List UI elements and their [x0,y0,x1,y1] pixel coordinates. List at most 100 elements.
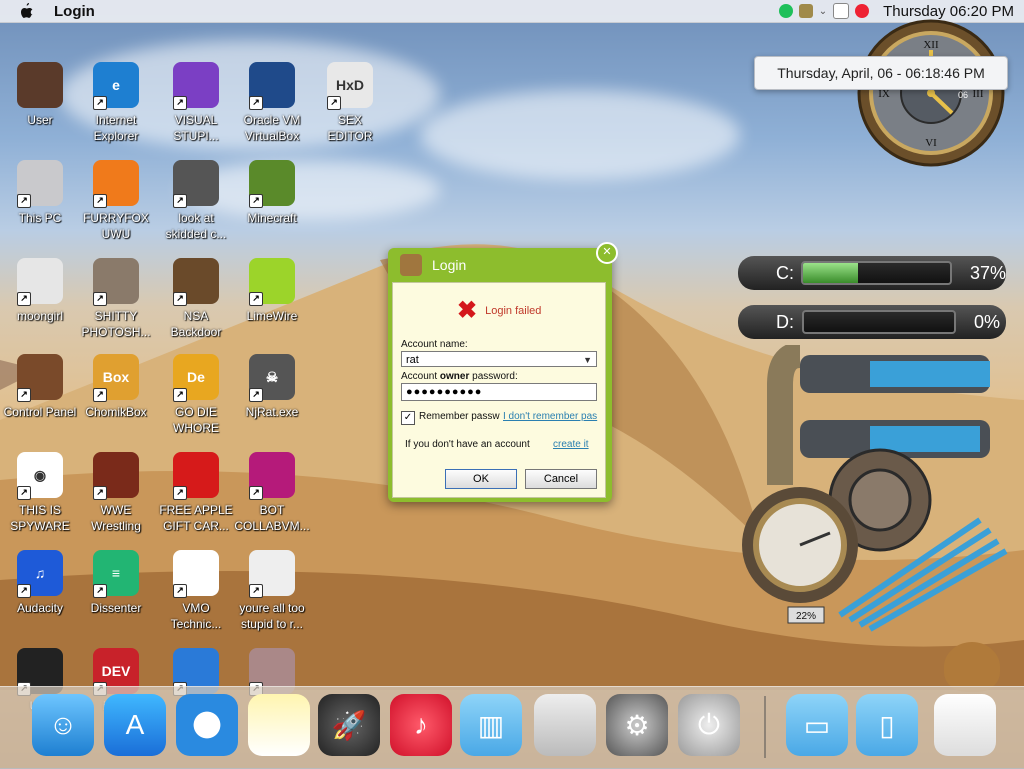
launchpad-icon[interactable]: 🚀 [318,694,380,756]
desktop-icon[interactable]: ≡ ↗ Dissenter [76,550,156,616]
password-field[interactable]: ●●●●●●●●●● [401,383,597,401]
desktop-icon[interactable]: Box ↗ ChomikBox [76,354,156,420]
desktop-icon[interactable]: ↗ Control Panel [0,354,80,420]
tray-app-icon[interactable] [798,4,813,18]
power-icon[interactable]: ⏻ [678,694,740,756]
volume-muted-icon[interactable] [855,4,870,18]
drive-d-gauge: D: 0% [738,305,1006,339]
close-icon[interactable]: ✕ [596,242,618,264]
desktop-icon-label: VISUAL STUPI... [173,113,219,143]
desktop-icon-label: LimeWire [246,309,298,323]
desktop-icon[interactable]: User [0,62,80,128]
shortcut-arrow-icon: ↗ [249,584,263,598]
limewire-icon: ↗ [249,258,295,306]
desktop-icon[interactable]: ↗ look at skidded c... [156,160,236,242]
desktop-icon[interactable]: ↗ Oracle VM VirtualBox [232,62,312,144]
menu-app-title[interactable]: Login [54,3,95,20]
visual-studio-icon: ↗ [173,62,219,110]
desktop-icon[interactable]: ◉ ↗ THIS IS SPYWARE [0,452,80,534]
forgot-password-link[interactable]: I don't remember pas [503,411,597,422]
cancel-button[interactable]: Cancel [525,469,597,489]
shortcut-arrow-icon: ↗ [93,584,107,598]
finder-icon[interactable]: ☺ [32,694,94,756]
desktop-icon[interactable]: e ↗ Internet Explorer [76,62,156,144]
files-folder-icon[interactable]: ▯ [856,694,918,756]
shortcut-arrow-icon: ↗ [173,486,187,500]
system-preferences-icon[interactable]: ⚙ [606,694,668,756]
apple-fruit-icon: ↗ [173,452,219,500]
drive-usage-fill [803,263,858,283]
desktop-icon-label: GO DIE WHORE [173,405,219,435]
apple-logo-icon[interactable] [18,2,34,20]
desktop-icon[interactable]: ↗ This PC [0,160,80,226]
password-label-pre: Account [401,371,440,382]
dialog-titlebar[interactable]: Login [388,248,612,282]
hxd-editor-icon: HxD ↗ [327,62,373,110]
desktop-icon-label: WWE Wrestling [91,503,141,533]
shortcut-arrow-icon: ↗ [249,486,263,500]
desktop-icon-label: ChomikBox [85,405,147,419]
create-account-link[interactable]: create it [553,439,589,450]
chevron-down-icon[interactable]: ▼ [583,352,592,368]
desktop-icon[interactable]: ↗ FURRYFOX UWU [76,160,156,242]
desktop-icon[interactable]: ↗ Minecraft [232,160,312,226]
chomik-app-icon [400,254,422,276]
chrome-icon: ◉ ↗ [17,452,63,500]
chat-icon[interactable] [778,4,793,18]
skull-icon: ☠ ↗ [249,354,295,402]
error-icon: ✖ [457,297,478,324]
desktop-icon-label: VMO Technic... [170,601,222,631]
desktop-icon[interactable]: ↗ moongirl [0,258,80,324]
recycle-bin-icon: ↗ [17,258,63,306]
documents-folder-icon[interactable]: ▭ [786,694,848,756]
chevron-down-icon[interactable]: ⌄ [819,6,827,17]
desktop-icon[interactable]: ↗ youre all too stupid to r... [232,550,312,632]
desktop-icon[interactable]: ↗ BOT COLLABVM... [232,452,312,534]
error-text: Login failed [485,305,542,317]
firefox-icon: ↗ [93,160,139,208]
notes-icon[interactable] [248,694,310,756]
applications-folder-icon[interactable]: ▥ [460,694,522,756]
account-name-combo[interactable]: rat ▼ [401,351,597,367]
desktop-icon[interactable]: ↗ LimeWire [232,258,312,324]
ok-button[interactable]: OK [445,469,517,489]
desktop-icon[interactable]: ↗ WWE Wrestling [76,452,156,534]
desktop-icon[interactable]: ↗ SHITTY PHOTOSH... [76,258,156,340]
itunes-icon[interactable]: ♪ [390,694,452,756]
password-label: Account owner password: [401,371,518,382]
desktop-icon-label: SEX EDITOR [327,113,373,143]
mac-pro-icon[interactable] [534,694,596,756]
control-panel-icon: ↗ [17,354,63,402]
chomikbox-icon: Box ↗ [93,354,139,402]
technician-icon: ↗ [173,550,219,598]
no-account-text: If you don't have an account [405,439,530,450]
network-icon[interactable] [833,3,850,19]
desktop-icon[interactable]: ♫ ↗ Audacity [0,550,80,616]
desktop-icon[interactable]: ↗ VMO Technic... [156,550,236,632]
shortcut-arrow-icon: ↗ [173,388,187,402]
drive-percent: 37% [969,262,1006,283]
desktop-icon[interactable]: ↗ FREE APPLE GIFT CAR... [156,452,236,534]
desktop-icon[interactable]: ↗ VISUAL STUPI... [156,62,236,144]
dial-vi: VI [925,137,937,149]
desktop-icon-label: Audacity [16,601,64,615]
shortcut-arrow-icon: ↗ [17,194,31,208]
desktop-icon-label: moongirl [16,309,64,323]
menubar-clock[interactable]: Thursday 06:20 PM [883,3,1014,20]
desktop-icon-label: SHITTY PHOTOSH... [81,309,151,339]
desktop-icon-label: This PC [18,211,62,225]
desktop-icon[interactable]: ☠ ↗ NjRat.exe [232,354,312,420]
trash-icon[interactable] [934,694,996,756]
app-store-icon[interactable]: A [104,694,166,756]
safari-icon[interactable]: ✢ [176,694,238,756]
desktop-icon[interactable]: HxD ↗ SEX EDITOR [310,62,390,144]
virtualbox-icon: ↗ [249,62,295,110]
desktop-icon-label: BOT COLLABVM... [234,503,310,533]
desktop-icon[interactable]: De ↗ GO DIE WHORE [156,354,236,436]
user-folder-icon [17,62,63,108]
desktop-icon[interactable]: ↗ NSA Backdoor [156,258,236,340]
drive-c-gauge: C: 37% [738,256,1006,290]
remember-checkbox[interactable]: ✓ [401,411,415,425]
shortcut-arrow-icon: ↗ [249,388,263,402]
mac-pro-icon: ↗ [17,160,63,208]
